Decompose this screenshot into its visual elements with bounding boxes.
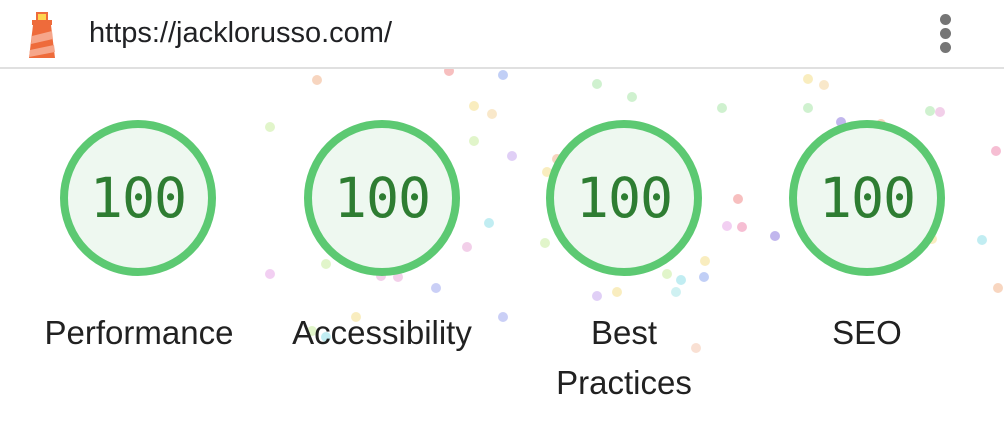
gauge-best-practices[interactable]: 100 [544, 118, 704, 278]
more-vert-icon[interactable] [934, 12, 958, 56]
score-value: 100 [575, 166, 673, 230]
score-value: 100 [333, 166, 431, 230]
top-bar: https://jacklorusso.com/ [0, 0, 1004, 69]
label-accessibility: Accessibility [292, 314, 472, 351]
gauge-seo[interactable]: 100 [787, 118, 947, 278]
score-value: 100 [818, 166, 916, 230]
gauge-performance[interactable]: 100 [58, 118, 218, 278]
score-value: 100 [89, 166, 187, 230]
lighthouse-icon [29, 12, 55, 58]
label-seo: SEO [832, 314, 902, 351]
gauge-accessibility[interactable]: 100 [302, 118, 462, 278]
label-performance: Performance [44, 314, 234, 351]
page-url: https://jacklorusso.com/ [89, 17, 392, 49]
label-best-practices: Best Practices [556, 314, 692, 401]
